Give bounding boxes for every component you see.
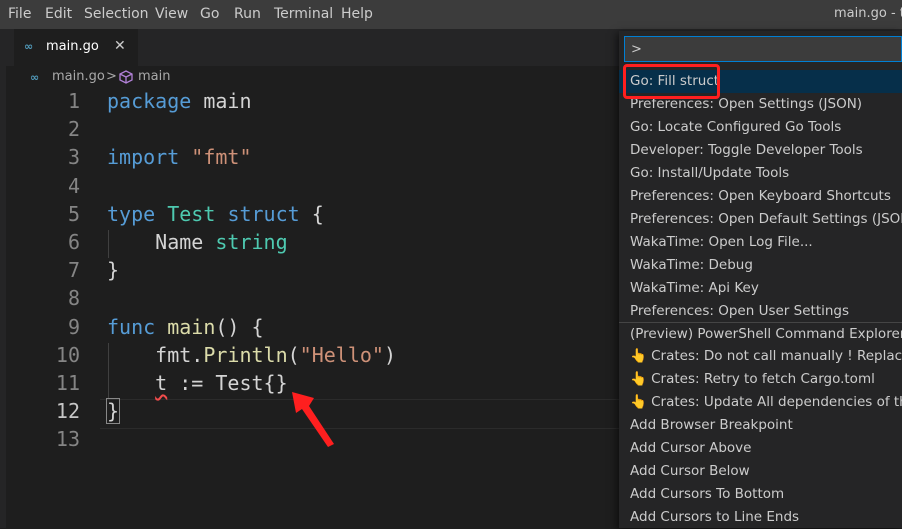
command-item-label: Preferences: Open User Settings	[630, 302, 850, 319]
command-item[interactable]: (Preview) PowerShell Command Explorer: F…	[619, 322, 902, 346]
line-number: 10	[55, 343, 80, 367]
command-item-label: Add Browser Breakpoint	[630, 417, 793, 434]
command-item[interactable]: Developer: Toggle Developer Tools	[619, 139, 902, 162]
highlight-box	[623, 64, 720, 99]
menu-terminal[interactable]: Terminal	[274, 6, 333, 22]
command-item[interactable]: 👆 Crates: Retry to fetch Cargo.toml	[619, 368, 902, 391]
command-item[interactable]: Preferences: Open Default Settings (JSON…	[619, 208, 902, 231]
command-item[interactable]: Add Cursor Below	[619, 460, 902, 483]
command-item[interactable]: Go: Locate Configured Go Tools	[619, 116, 902, 139]
command-item-label: Go: Install/Update Tools	[630, 164, 790, 181]
tab-label: main.go	[46, 39, 99, 54]
command-item-label: WakaTime: Api Key	[630, 279, 759, 296]
menu-go[interactable]: Go	[200, 6, 219, 22]
command-item-label: Go: Locate Configured Go Tools	[630, 118, 842, 135]
command-item-label: Add Cursor Above	[630, 440, 752, 457]
menu-view[interactable]: View	[155, 6, 188, 22]
command-item-label: WakaTime: Open Log File...	[630, 233, 813, 250]
command-item[interactable]: WakaTime: Api Key	[619, 277, 902, 300]
menu-bar: File Edit Selection View Go Run Terminal…	[0, 0, 902, 29]
line-number: 11	[55, 371, 80, 395]
command-item[interactable]: WakaTime: Open Log File...	[619, 231, 902, 254]
code-line: t := Test{}	[155, 371, 288, 395]
code-line: import "fmt"	[107, 145, 252, 169]
command-item-label: 👆 Crates: Do not call manually ! Replace…	[630, 348, 902, 365]
line-number: 12	[55, 399, 80, 423]
code-line: type Test struct {	[107, 202, 324, 226]
command-item[interactable]: WakaTime: Debug	[619, 254, 902, 277]
line-number: 1	[67, 89, 80, 113]
menu-edit[interactable]: Edit	[45, 6, 72, 22]
command-item[interactable]: 👆 Crates: Do not call manually ! Replace…	[619, 345, 902, 368]
tab-main-go[interactable]: ∞ main.go ✕	[14, 29, 138, 66]
go-file-icon: ∞	[30, 71, 40, 84]
close-icon[interactable]: ✕	[114, 38, 126, 54]
command-item[interactable]: Preferences: Open Keyboard Shortcuts	[619, 185, 902, 208]
line-number: 13	[55, 427, 80, 451]
line-number: 7	[67, 258, 80, 282]
go-file-icon: ∞	[24, 40, 34, 53]
command-item-label: Add Cursors To Bottom	[630, 486, 785, 503]
command-item-label: Preferences: Open Default Settings (JSON…	[630, 210, 902, 227]
module-icon	[119, 70, 133, 88]
command-palette: > Go: Fill struct Preferences: Open Setti…	[619, 31, 902, 528]
menu-help[interactable]: Help	[341, 6, 373, 22]
command-item[interactable]: Go: Install/Update Tools	[619, 162, 902, 185]
code-line: }	[105, 398, 121, 424]
command-item-label: (Preview) PowerShell Command Explorer: F…	[630, 326, 902, 343]
command-item[interactable]: Add Cursor Above	[619, 437, 902, 460]
breadcrumb-symbol[interactable]: main	[138, 69, 170, 84]
menu-selection[interactable]: Selection	[84, 6, 149, 22]
menu-file[interactable]: File	[8, 6, 31, 22]
command-item[interactable]: Preferences: Open User Settings	[619, 300, 902, 323]
code-line: Name string	[107, 230, 288, 254]
command-item-label: Add Cursors to Line Ends	[630, 509, 800, 526]
window-title: main.go - te	[834, 6, 902, 21]
line-number: 9	[67, 315, 80, 339]
command-item-label: 👆 Crates: Retry to fetch Cargo.toml	[630, 371, 875, 388]
command-item-label: WakaTime: Debug	[630, 256, 753, 273]
command-item[interactable]: Add Browser Breakpoint	[619, 414, 902, 437]
code-line: fmt.Println("Hello")	[107, 343, 397, 367]
code-line: }	[107, 258, 120, 282]
command-item-label: Developer: Toggle Developer Tools	[630, 141, 863, 158]
line-number: 5	[67, 202, 80, 226]
breadcrumb-file[interactable]: main.go	[52, 69, 105, 84]
line-number: 4	[67, 174, 80, 198]
command-item[interactable]: Add Cursors To Bottom	[619, 483, 902, 506]
breadcrumb-separator: >	[106, 69, 117, 84]
command-item[interactable]: Add Cursors to Line Ends	[619, 506, 902, 529]
line-number: 8	[67, 286, 80, 310]
line-number: 3	[67, 145, 80, 169]
line-number: 6	[67, 230, 80, 254]
menu-run[interactable]: Run	[234, 6, 261, 22]
code-line: package main	[107, 89, 252, 113]
code-line: func main() {	[107, 315, 264, 339]
command-item[interactable]: 👆 Crates: Update All dependencies of the…	[619, 391, 902, 414]
current-line-highlight	[100, 399, 620, 429]
command-item-label: 👆 Crates: Update All dependencies of the…	[630, 394, 902, 411]
command-item-label: Preferences: Open Keyboard Shortcuts	[630, 187, 891, 204]
command-item-label: Add Cursor Below	[630, 463, 750, 480]
line-number: 2	[67, 117, 80, 141]
command-palette-input[interactable]: >	[624, 36, 902, 62]
